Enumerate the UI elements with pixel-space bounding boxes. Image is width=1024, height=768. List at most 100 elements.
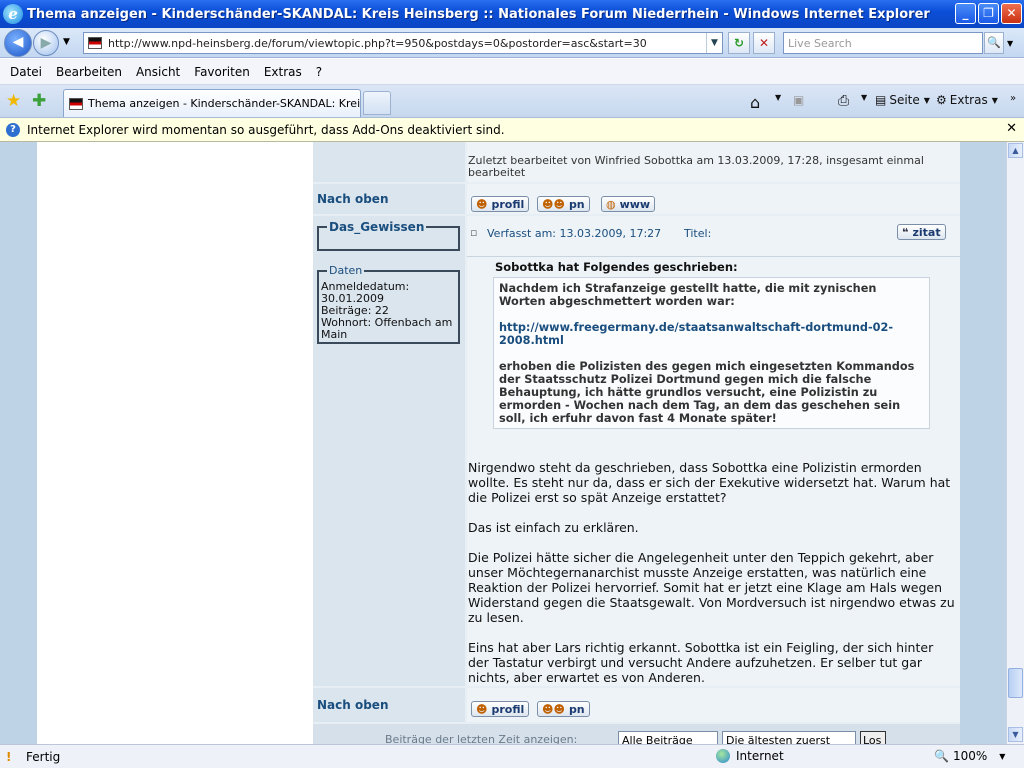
favorites-star-icon[interactable]: ★ — [6, 91, 21, 111]
quote-paragraph-1: Nachdem ich Strafanzeige gestellt hatte,… — [499, 282, 877, 308]
warning-icon: ! — [6, 749, 12, 764]
stop-button[interactable]: ✕ — [753, 32, 775, 54]
active-tab[interactable]: Thema anzeigen - Kinderschänder-SKANDAL:… — [63, 89, 361, 117]
zoom-level: 100% — [952, 749, 988, 763]
post-icon: ▫ — [470, 226, 478, 239]
print-icon[interactable]: ⎙ — [838, 93, 849, 109]
post1-footer-left: Nach oben — [313, 184, 465, 214]
chevron-right-icon[interactable]: » — [1010, 93, 1016, 104]
menu-ansicht[interactable]: Ansicht — [136, 65, 180, 79]
tab-bar: ★ ✚ Thema anzeigen - Kinderschänder-SKAN… — [0, 85, 1024, 118]
back-to-top-link-2[interactable]: Nach oben — [317, 698, 389, 712]
print-dropdown-icon[interactable]: ▼ — [861, 93, 867, 102]
users-icon: ☻☻ — [542, 702, 565, 716]
maximize-button[interactable]: ❐ — [978, 3, 999, 24]
order-value: Die ältesten zuerst — [726, 734, 831, 744]
order-select[interactable]: Die ältesten zuerst — [722, 731, 856, 744]
scroll-down-icon[interactable]: ▼ — [1008, 727, 1023, 742]
new-tab-button[interactable] — [363, 91, 391, 115]
history-dropdown-icon[interactable]: ▼ — [63, 37, 70, 47]
menu-datei[interactable]: Datei — [10, 65, 42, 79]
back-button[interactable]: ◀ — [4, 29, 32, 57]
address-dropdown-icon[interactable]: ▼ — [706, 33, 722, 53]
quote-link[interactable]: http://www.freegermany.de/staatsanwaltsc… — [499, 321, 924, 347]
body-paragraph-3: Die Polizei hätte sicher die Angelegenhe… — [468, 550, 955, 625]
ie-logo-icon: e — [3, 4, 23, 24]
info-icon: ? — [6, 122, 20, 137]
quote-header: Sobottka hat Folgendes geschrieben: — [495, 260, 738, 274]
post2-footer-left: Nach oben — [313, 688, 465, 722]
info-close-icon[interactable]: ✕ — [1006, 121, 1017, 136]
feeds-icon[interactable]: ▣ — [793, 93, 804, 107]
search-input[interactable]: Live Search — [783, 32, 983, 54]
refresh-button[interactable]: ↻ — [728, 32, 750, 54]
body-paragraph-4: Eins hat aber Lars richtig erkannt. Sobo… — [468, 640, 934, 685]
title-bar: e Thema anzeigen - Kinderschänder-SKANDA… — [0, 0, 1024, 28]
back-to-top-link[interactable]: Nach oben — [317, 192, 389, 206]
profile-label: profil — [491, 197, 525, 211]
pm-button-2[interactable]: ☻☻ pn — [537, 701, 590, 717]
search-button[interactable]: 🔍 — [984, 32, 1004, 54]
status-text: Fertig — [26, 749, 61, 764]
body-paragraph-2: Das ist einfach zu erklären. — [468, 520, 639, 535]
forward-button[interactable]: ▶ — [33, 30, 59, 56]
vertical-scrollbar[interactable]: ▲ ▼ — [1006, 142, 1024, 744]
tools-dropdown-icon: ▼ — [991, 95, 998, 105]
window-title: Thema anzeigen - Kinderschänder-SKANDAL:… — [27, 6, 930, 22]
home-dropdown-icon[interactable]: ▼ — [775, 93, 781, 102]
profile-button[interactable]: ☻ profil — [471, 196, 530, 212]
zone-text: Internet — [736, 749, 784, 763]
info-bar[interactable]: ? Internet Explorer wird momentan so aus… — [0, 118, 1024, 142]
post2-footer-right: ☻ profil ☻☻ pn — [467, 688, 960, 722]
page-left-panel — [37, 142, 313, 744]
author-name[interactable]: Das_Gewissen — [327, 221, 427, 233]
gear-icon: ⚙ — [936, 93, 947, 107]
zoom-control[interactable]: 🔍 100% ▼ — [934, 749, 1005, 763]
forum-thread: Zuletzt bearbeitet von Winfried Sobottka… — [313, 142, 960, 744]
address-toolbar: ◀ ▶ ▼ http://www.npd-heinsberg.de/forum/… — [0, 28, 1024, 58]
title-label: Titel: — [684, 227, 712, 240]
page-icon: ▤ — [875, 93, 887, 107]
profile-button-2[interactable]: ☻ profil — [471, 701, 530, 717]
post2-author-cell: Das_Gewissen Daten Anmeldedatum: 30.01.2… — [313, 216, 465, 686]
author-box: Das_Gewissen — [317, 221, 460, 251]
address-field[interactable]: http://www.npd-heinsberg.de/forum/viewto… — [83, 32, 723, 54]
post-divider — [467, 256, 960, 257]
tools-label: Extras — [949, 93, 988, 107]
post1-footer-right: ☻ profil ☻☻ pn ◍ www — [467, 184, 960, 214]
scroll-thumb[interactable] — [1008, 668, 1023, 698]
www-label: www — [619, 197, 651, 211]
close-button[interactable]: ✕ — [1001, 3, 1022, 24]
zone-indicator[interactable]: Internet — [716, 749, 784, 763]
menu-favoriten[interactable]: Favoriten — [194, 65, 250, 79]
menu-bar: Datei Bearbeiten Ansicht Favoriten Extra… — [0, 59, 1024, 85]
menu-extras[interactable]: Extras — [264, 65, 302, 79]
add-favorite-icon[interactable]: ✚ — [32, 91, 46, 111]
pm-label: pn — [568, 197, 585, 211]
menu-help[interactable]: ? — [316, 65, 322, 79]
www-button[interactable]: ◍ www — [601, 196, 656, 212]
zoom-dropdown-icon: ▼ — [999, 751, 1006, 761]
tools-menu[interactable]: ⚙ Extras ▼ — [936, 93, 998, 107]
search-options-icon[interactable]: ▼ — [1007, 39, 1013, 48]
page-label: Seite — [889, 93, 920, 107]
globe-icon: ◍ — [606, 197, 616, 211]
info-text: Internet Explorer wird momentan so ausge… — [27, 122, 505, 137]
user-icon: ☻ — [476, 197, 488, 211]
minimize-button[interactable]: _ — [955, 3, 976, 24]
user-icon: ☻ — [476, 702, 488, 716]
pm-button[interactable]: ☻☻ pn — [537, 196, 590, 212]
go-button[interactable]: Los — [860, 731, 886, 744]
scroll-up-icon[interactable]: ▲ — [1008, 143, 1023, 158]
home-icon[interactable]: ⌂ — [750, 93, 760, 112]
quote-button[interactable]: ❝ zitat — [897, 224, 946, 240]
site-favicon-icon — [88, 37, 102, 49]
menu-bearbeiten[interactable]: Bearbeiten — [56, 65, 122, 79]
tab-favicon-icon — [69, 97, 83, 110]
filter-select[interactable]: Alle Beiträge — [618, 731, 718, 744]
page-menu[interactable]: ▤ Seite ▼ — [875, 93, 930, 107]
status-bar: ! Fertig Internet 🔍 100% ▼ — [0, 744, 1024, 768]
url-text: http://www.npd-heinsberg.de/forum/viewto… — [108, 36, 647, 50]
users-icon: ☻☻ — [542, 197, 565, 211]
posted-date: Verfasst am: 13.03.2009, 17:27 — [487, 227, 662, 240]
